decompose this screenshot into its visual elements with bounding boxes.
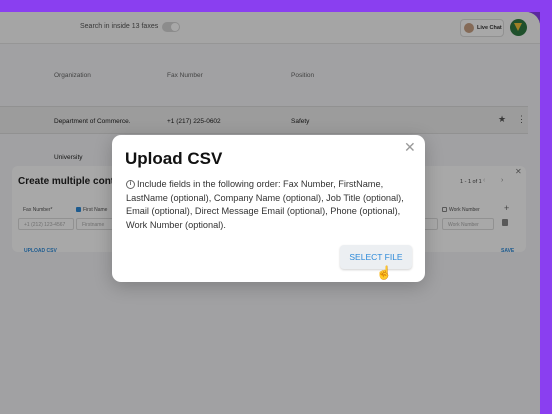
modal-title: Upload CSV (125, 149, 223, 168)
hand-pointer-icon: ☝ (376, 265, 393, 280)
close-icon[interactable]: ✕ (404, 139, 416, 156)
modal-instructions: Include fields in the following order: F… (126, 179, 404, 230)
upload-csv-modal: Upload CSV ✕ i Include fields in the fol… (112, 135, 425, 282)
